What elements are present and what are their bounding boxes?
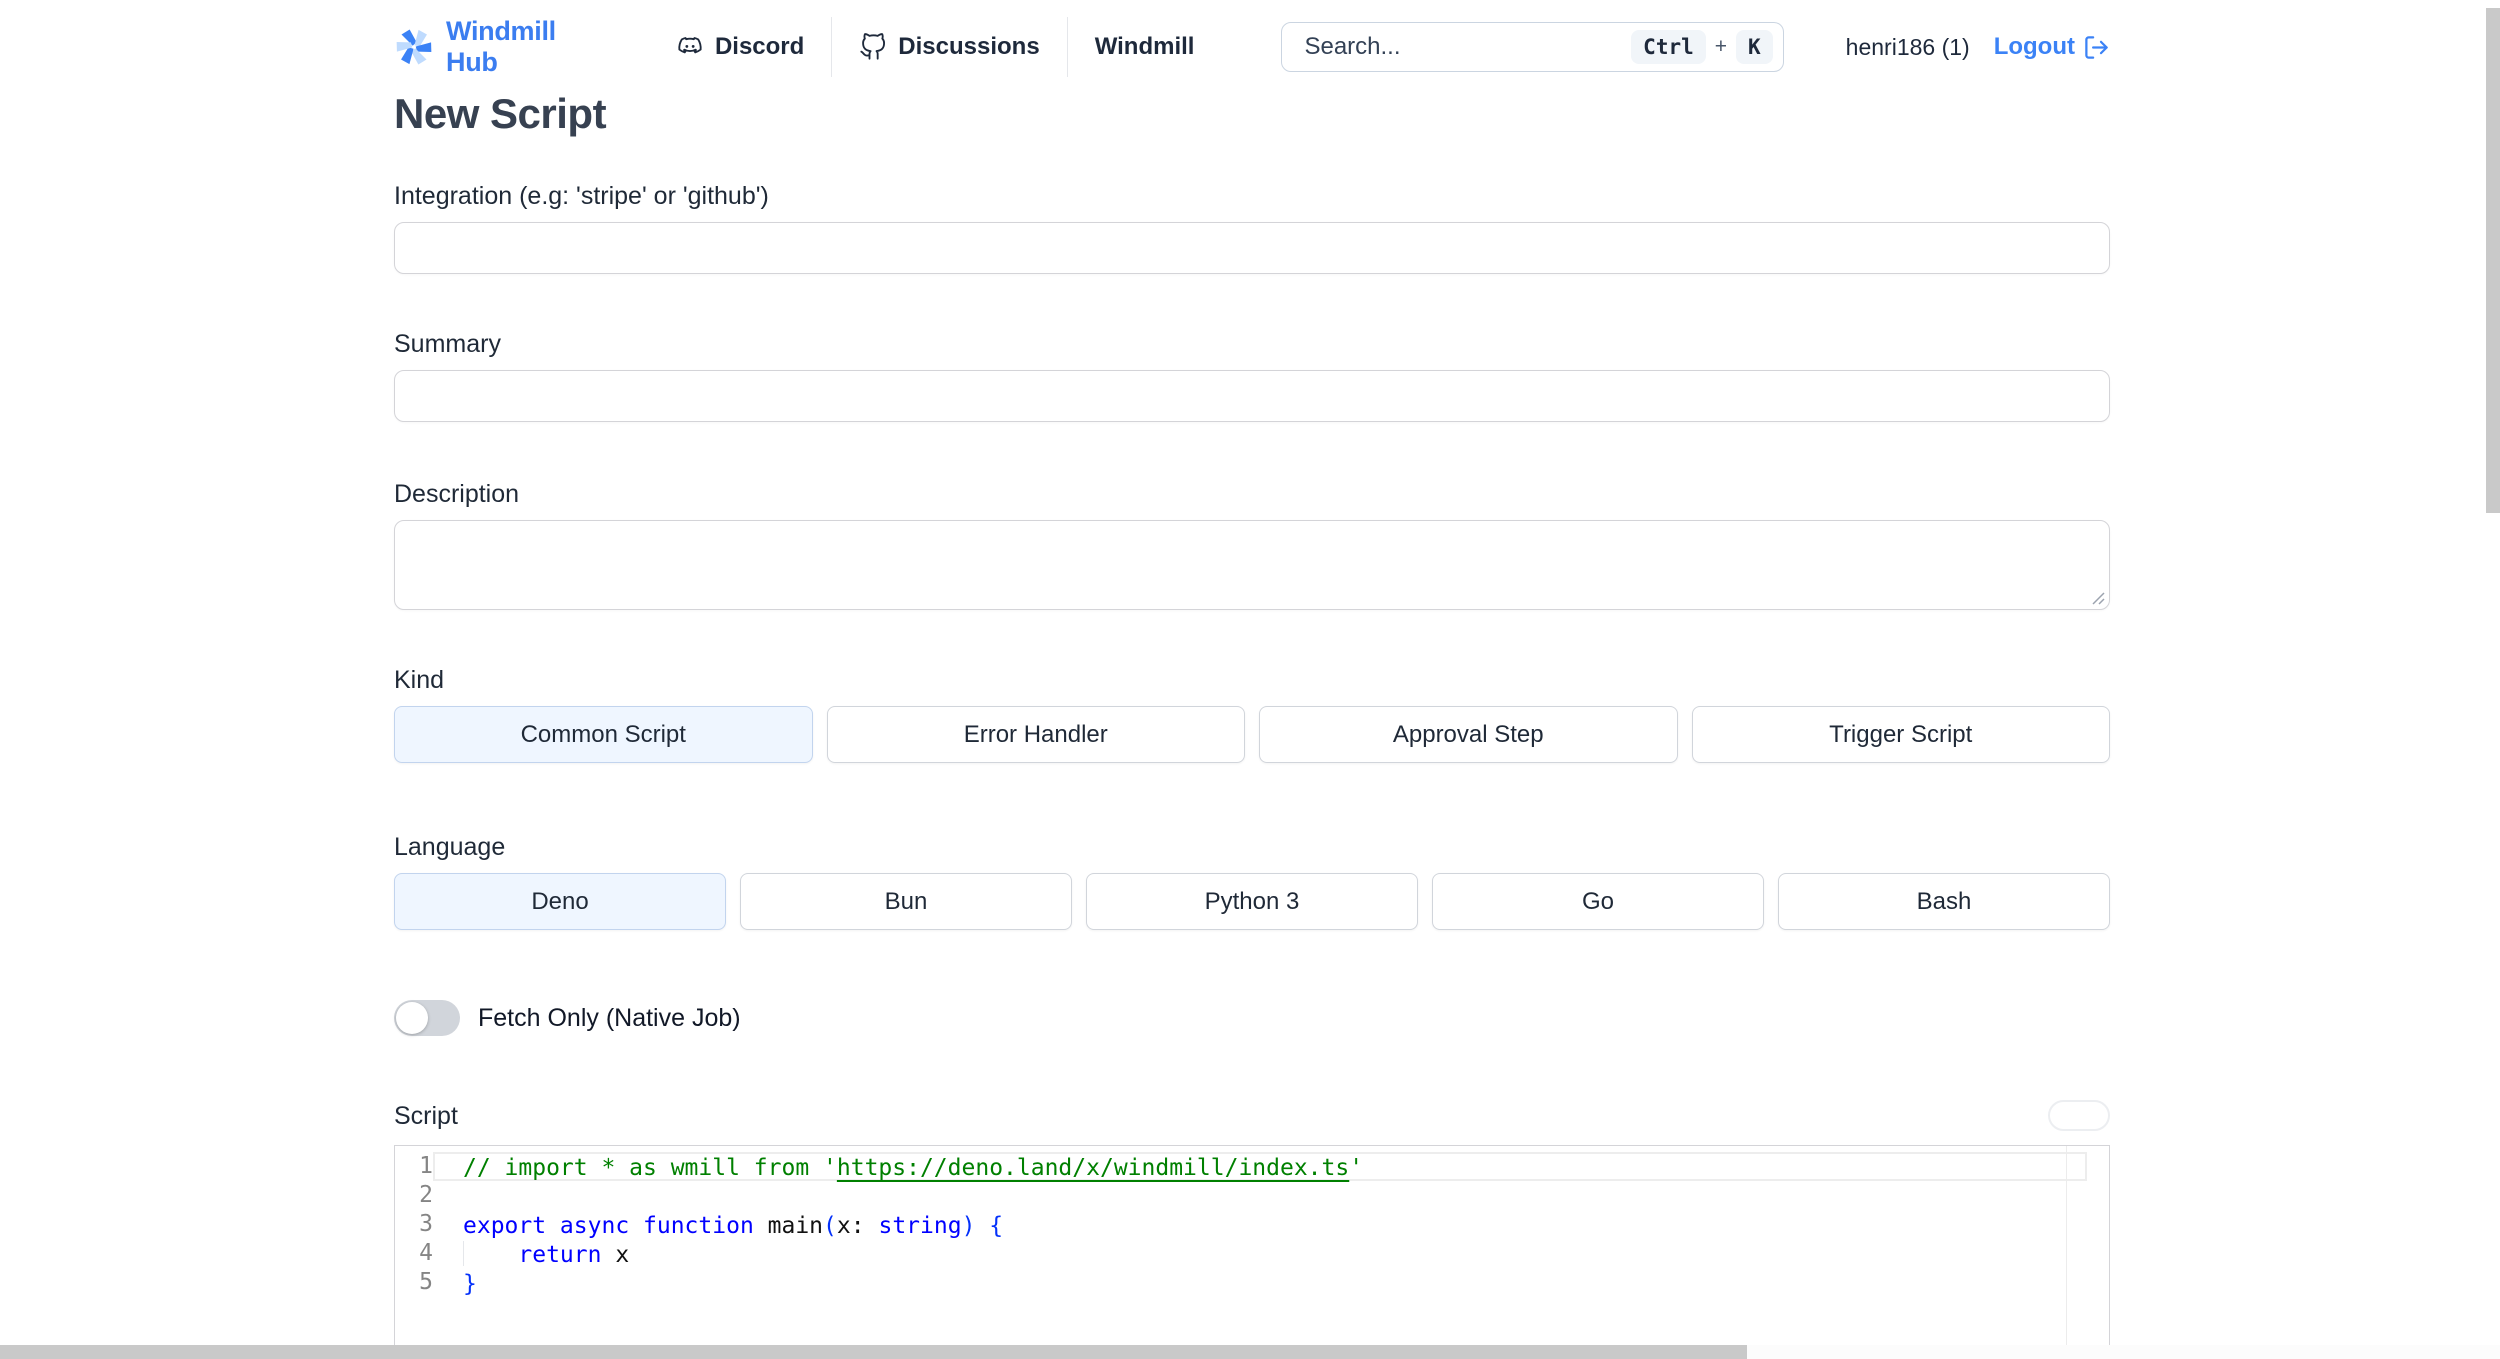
description-field: Description: [394, 480, 2110, 610]
brand-link[interactable]: Windmill Hub: [394, 16, 585, 78]
kind-options: Common Script Error Handler Approval Ste…: [394, 706, 2110, 763]
language-option-deno[interactable]: Deno: [394, 873, 726, 930]
kbd-ctrl: Ctrl: [1631, 30, 1706, 64]
indent-guide: [463, 1241, 464, 1266]
line-number: 5: [419, 1269, 433, 1295]
vertical-scrollbar[interactable]: [2486, 0, 2500, 1359]
nav-label-discussions: Discussions: [898, 33, 1040, 60]
code-text: }: [463, 1271, 477, 1297]
search-shortcut: Ctrl + K: [1631, 30, 1773, 64]
kind-label: Kind: [394, 666, 445, 694]
kbd-plus: +: [1714, 35, 1728, 58]
line-number: 1: [419, 1153, 433, 1179]
kind-option-approval-step[interactable]: Approval Step: [1259, 706, 1678, 763]
nav-item-discussions[interactable]: Discussions: [832, 16, 1066, 78]
language-options: Deno Bun Python 3 Go Bash: [394, 873, 2110, 930]
code-lines: 1// import * as wmill from 'https://deno…: [395, 1146, 2109, 1297]
summary-input[interactable]: [394, 370, 2110, 422]
github-icon: [859, 33, 887, 61]
language-option-bash[interactable]: Bash: [1778, 873, 2110, 930]
integration-input[interactable]: [394, 222, 2110, 274]
code-line[interactable]: 5}: [395, 1268, 2109, 1297]
language-option-python3[interactable]: Python 3: [1086, 873, 1418, 930]
kind-option-common-script[interactable]: Common Script: [394, 706, 813, 763]
code-line[interactable]: 4 return x: [395, 1239, 2109, 1268]
fetch-only-label: Fetch Only (Native Job): [478, 1003, 741, 1032]
language-option-bun[interactable]: Bun: [740, 873, 1072, 930]
username-text: henri186 (1): [1845, 33, 1970, 60]
code-line[interactable]: 1// import * as wmill from 'https://deno…: [395, 1152, 2109, 1181]
code-line[interactable]: 2: [395, 1181, 2109, 1210]
line-number: 2: [419, 1182, 433, 1208]
fetch-only-toggle[interactable]: [394, 1000, 460, 1036]
search-box: Ctrl + K: [1281, 22, 1784, 72]
logout-link[interactable]: Logout: [1994, 33, 2110, 61]
nav-item-windmill[interactable]: Windmill: [1068, 16, 1222, 78]
kind-option-trigger-script[interactable]: Trigger Script: [1691, 706, 2110, 763]
page-title: New Script: [394, 90, 607, 137]
nav-label-discord: Discord: [714, 33, 805, 60]
summary-label: Summary: [394, 330, 501, 358]
logout-label: Logout: [1993, 33, 2075, 60]
script-pill-button[interactable]: [2048, 1100, 2110, 1131]
main-nav: Discord Discussions Windmill: [649, 16, 1222, 78]
description-label: Description: [394, 480, 520, 508]
language-option-go[interactable]: Go: [1432, 873, 1764, 930]
resize-handle-icon[interactable]: [2089, 589, 2105, 605]
nav-label-windmill: Windmill: [1094, 33, 1195, 60]
summary-field: Summary: [394, 330, 2110, 422]
code-text: return x: [463, 1241, 630, 1268]
vertical-scrollbar-thumb[interactable]: [2486, 8, 2500, 513]
nav-item-discord[interactable]: Discord: [649, 16, 831, 78]
script-section: Script 1// import * as wmill from 'https…: [394, 1100, 2110, 1359]
code-editor[interactable]: 1// import * as wmill from 'https://deno…: [394, 1145, 2110, 1359]
line-number: 3: [419, 1211, 433, 1237]
kbd-k: K: [1736, 30, 1773, 64]
horizontal-scrollbar[interactable]: [0, 1345, 2500, 1359]
line-number: 4: [419, 1240, 433, 1266]
script-label: Script: [394, 1102, 458, 1130]
integration-label: Integration (e.g: 'stripe' or 'github'): [394, 182, 769, 210]
discord-icon: [676, 33, 704, 61]
horizontal-scrollbar-thumb[interactable]: [0, 1345, 1747, 1359]
logout-icon: [2083, 34, 2110, 61]
code-line[interactable]: 3 export async function main(x: string) {: [395, 1210, 2109, 1239]
toggle-knob: [396, 1002, 428, 1034]
code-current-line: // import * as wmill from 'https://deno.…: [433, 1152, 2087, 1181]
language-label: Language: [394, 833, 506, 861]
windmill-logo-icon: [394, 27, 434, 67]
minimap-separator: [2066, 1146, 2067, 1359]
language-field: Language Deno Bun Python 3 Go Bash: [394, 833, 2110, 930]
code-text: export async function main(x: string) {: [463, 1213, 1004, 1239]
description-textarea[interactable]: [394, 520, 2110, 610]
kind-field: Kind Common Script Error Handler Approva…: [394, 666, 2110, 763]
kind-option-error-handler[interactable]: Error Handler: [826, 706, 1245, 763]
fetch-only-row: Fetch Only (Native Job): [394, 1000, 2110, 1036]
integration-field: Integration (e.g: 'stripe' or 'github'): [394, 182, 2110, 274]
brand-name: Windmill Hub: [446, 16, 556, 77]
header: Windmill Hub Discord Discussions Windmil…: [394, 16, 2110, 78]
